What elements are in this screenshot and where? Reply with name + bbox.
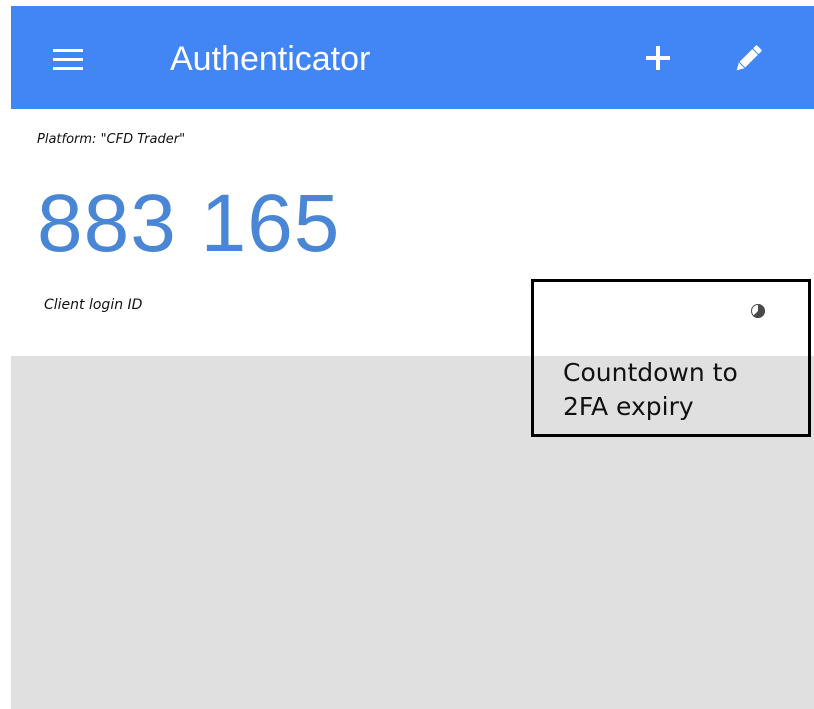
plus-icon xyxy=(646,46,670,70)
platform-label: Platform: "CFD Trader" xyxy=(37,132,186,147)
app-bar: Authenticator xyxy=(11,6,814,109)
annotation-callout-text: Countdown to 2FA expiry xyxy=(563,356,738,424)
app-title: Authenticator xyxy=(170,40,371,78)
hamburger-menu-icon-bar xyxy=(53,58,83,61)
pencil-icon xyxy=(736,45,762,71)
edit-button[interactable] xyxy=(730,41,766,77)
verification-code[interactable]: 883 165 xyxy=(37,178,340,270)
callout-line-2: 2FA expiry xyxy=(563,392,694,421)
callout-line-1: Countdown to xyxy=(563,358,738,387)
client-login-id-label: Client login ID xyxy=(44,297,143,313)
hamburger-menu-icon xyxy=(53,49,83,52)
menu-button[interactable] xyxy=(53,49,83,71)
add-account-button[interactable] xyxy=(644,44,672,72)
hamburger-menu-icon-bar xyxy=(53,67,83,70)
